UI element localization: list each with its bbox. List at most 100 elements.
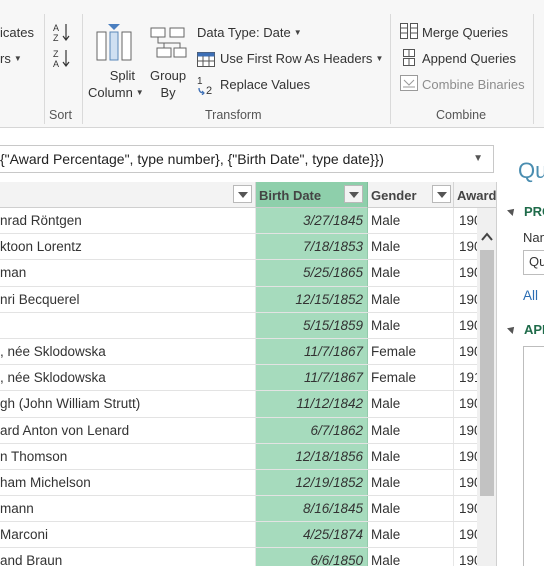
birth-date-cell[interactable]: 12/18/1856 xyxy=(256,443,368,469)
column-header-name[interactable] xyxy=(0,182,256,208)
applied-steps-section[interactable]: APP xyxy=(505,322,544,337)
gender-cell[interactable]: Male xyxy=(368,260,454,286)
replace-values-button[interactable]: Replace Values xyxy=(220,77,310,92)
scroll-up-icon[interactable] xyxy=(480,230,494,244)
birth-date-cell[interactable]: 6/6/1850 xyxy=(256,548,368,566)
svg-text:A: A xyxy=(53,59,59,68)
column-header-gender[interactable]: Gender xyxy=(368,182,454,208)
gender-cell[interactable]: Male xyxy=(368,208,454,234)
reduce-rows-dropdown[interactable]: rs ▼ xyxy=(0,51,22,66)
birth-date-cell[interactable]: 8/16/1845 xyxy=(256,496,368,522)
vertical-scrollbar[interactable] xyxy=(477,208,496,566)
name-cell[interactable]: , née Sklodowska xyxy=(0,365,256,391)
name-cell[interactable]: man xyxy=(0,260,256,286)
birth-date-cell[interactable]: 4/25/1874 xyxy=(256,522,368,548)
applied-steps-list[interactable] xyxy=(523,346,544,566)
name-cell[interactable]: Marconi xyxy=(0,522,256,548)
name-cell[interactable]: nrad Röntgen xyxy=(0,208,256,234)
table-row[interactable]: and Braun 6/6/1850 Male 190 xyxy=(0,548,484,566)
birth-date-cell[interactable]: 3/27/1845 xyxy=(256,208,368,234)
filter-dropdown-icon[interactable] xyxy=(432,185,451,203)
gender-cell[interactable]: Male xyxy=(368,496,454,522)
append-queries-button[interactable]: Append Queries xyxy=(422,51,516,66)
gender-cell[interactable]: Female xyxy=(368,338,454,365)
name-cell[interactable]: n Thomson xyxy=(0,443,256,469)
split-column-button[interactable]: Split Column ▼ xyxy=(88,67,144,101)
table-row[interactable]: , née Sklodowska 11/7/1867 Female 191 xyxy=(0,365,484,392)
query-name-input[interactable]: Qu xyxy=(523,250,544,275)
name-cell[interactable] xyxy=(0,312,256,338)
formula-text[interactable]: {"Award Percentage", type number}, {"Bir… xyxy=(0,151,384,167)
birth-date-cell[interactable]: 11/7/1867 xyxy=(256,365,368,391)
group-by-icon[interactable] xyxy=(150,26,188,60)
split-column-icon[interactable] xyxy=(96,24,132,62)
use-first-row-as-headers-button[interactable]: Use First Row As Headers ▼ xyxy=(220,51,383,66)
name-cell[interactable]: gh (John William Strutt) xyxy=(0,391,256,417)
combine-binaries-icon xyxy=(400,75,418,92)
birth-date-cell[interactable]: 11/12/1842 xyxy=(256,391,368,417)
table-row[interactable]: gh (John William Strutt) 11/12/1842 Male 19… xyxy=(0,391,484,418)
sort-descending-icon[interactable]: ZA xyxy=(53,48,71,69)
formula-bar[interactable]: {"Award Percentage", type number}, {"Bir… xyxy=(0,145,494,173)
filter-dropdown-icon[interactable] xyxy=(233,185,252,203)
sort-ascending-icon[interactable]: AZ xyxy=(53,22,71,43)
chevron-down-icon[interactable]: ▼ xyxy=(473,153,483,164)
name-cell[interactable]: ham Michelson xyxy=(0,469,256,496)
gender-cell[interactable]: Male xyxy=(368,234,454,260)
table-row[interactable]: Marconi 4/25/1874 Male 190 xyxy=(0,522,484,549)
svg-text:A: A xyxy=(53,23,59,33)
gender-cell[interactable]: Male xyxy=(368,417,454,443)
column-header-label: Gender xyxy=(371,188,417,203)
table-row[interactable]: ktoon Lorentz 7/18/1853 Male 190 xyxy=(0,234,484,261)
table-row[interactable]: nrad Röntgen 3/27/1845 Male 190 xyxy=(0,208,484,235)
query-settings-pane: Qu PRO Nam Qu All APP xyxy=(505,128,544,566)
group-by-button[interactable]: Group By xyxy=(150,67,186,101)
gender-cell[interactable]: Male xyxy=(368,548,454,566)
table-row[interactable]: ham Michelson 12/19/1852 Male 190 xyxy=(0,469,484,497)
name-cell[interactable]: nri Becquerel xyxy=(0,286,256,312)
name-cell[interactable]: ktoon Lorentz xyxy=(0,234,256,260)
name-cell[interactable]: mann xyxy=(0,496,256,522)
combine-binaries-button[interactable]: Combine Binaries xyxy=(422,77,525,92)
birth-date-cell[interactable]: 11/7/1867 xyxy=(256,338,368,365)
scrollbar-thumb[interactable] xyxy=(480,250,494,496)
birth-date-cell[interactable]: 6/7/1862 xyxy=(256,417,368,443)
data-type-dropdown[interactable]: Data Type: Date ▼ xyxy=(197,25,302,40)
gender-cell[interactable]: Male xyxy=(368,286,454,312)
gender-cell[interactable]: Female xyxy=(368,365,454,391)
birth-date-cell[interactable]: 12/15/1852 xyxy=(256,286,368,312)
column-header-award[interactable]: Award xyxy=(454,182,496,208)
append-queries-icon xyxy=(400,49,418,66)
filter-dropdown-icon[interactable] xyxy=(344,185,363,203)
data-grid: Birth Date Gender Award nrad Röntgen 3/27… xyxy=(0,182,497,566)
table-row[interactable]: 5/15/1859 Male 190 xyxy=(0,312,484,339)
table-row[interactable]: , née Sklodowska 11/7/1867 Female 190 xyxy=(0,338,484,366)
gender-cell[interactable]: Male xyxy=(368,469,454,496)
pane-title: Qu xyxy=(518,158,544,183)
replace-values-icon: 12 xyxy=(197,75,217,97)
gender-cell[interactable]: Male xyxy=(368,312,454,338)
table-row[interactable]: man 5/25/1865 Male 190 xyxy=(0,260,484,287)
table-row[interactable]: n Thomson 12/18/1856 Male 190 xyxy=(0,443,484,470)
gender-cell[interactable]: Male xyxy=(368,522,454,548)
all-properties-link[interactable]: All xyxy=(523,288,538,303)
grid-rows: nrad Röntgen 3/27/1845 Male 190 ktoon Lorent… xyxy=(0,208,484,566)
birth-date-cell[interactable]: 5/25/1865 xyxy=(256,260,368,286)
birth-date-cell[interactable]: 12/19/1852 xyxy=(256,469,368,496)
gender-cell[interactable]: Male xyxy=(368,391,454,417)
gender-cell[interactable]: Male xyxy=(368,443,454,469)
name-cell[interactable]: , née Sklodowska xyxy=(0,338,256,365)
name-cell[interactable]: and Braun xyxy=(0,548,256,566)
table-row[interactable]: mann 8/16/1845 Male 190 xyxy=(0,496,484,523)
table-row[interactable]: ard Anton von Lenard 6/7/1862 Male 190 xyxy=(0,417,484,444)
name-cell[interactable]: ard Anton von Lenard xyxy=(0,417,256,443)
birth-date-cell[interactable]: 7/18/1853 xyxy=(256,234,368,260)
column-header-birth-date[interactable]: Birth Date xyxy=(256,182,368,208)
table-row[interactable]: nri Becquerel 12/15/1852 Male 190 xyxy=(0,286,484,313)
merge-queries-button[interactable]: Merge Queries xyxy=(422,25,508,40)
properties-section[interactable]: PRO xyxy=(505,204,544,219)
birth-date-cell[interactable]: 5/15/1859 xyxy=(256,312,368,338)
remove-duplicates-button[interactable]: icates xyxy=(0,25,34,40)
svg-text:Z: Z xyxy=(53,49,59,59)
ribbon: icates rs ▼ AZ ZA Sort Split Column ▼ Grou… xyxy=(0,0,544,128)
